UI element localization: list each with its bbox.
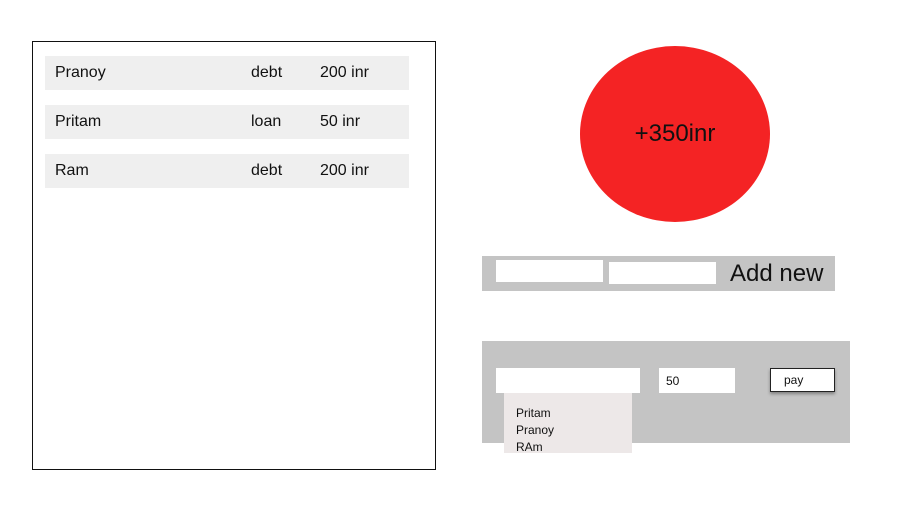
list-item-pranoy[interactable]: Pranoy debt 200 inr [45, 56, 409, 90]
entry-amount: 200 inr [320, 162, 369, 179]
add-name-input[interactable] [496, 260, 603, 282]
pay-button[interactable]: pay [770, 368, 835, 392]
dropdown-option-ram[interactable]: RAm [516, 440, 543, 454]
entry-type: debt [251, 64, 283, 81]
person-select-input[interactable] [496, 368, 640, 393]
list-item-ram[interactable]: Ram debt 200 inr [45, 154, 409, 188]
add-entry-bar: Add new [482, 256, 835, 291]
add-new-button[interactable]: Add new [730, 260, 823, 288]
pay-amount-input[interactable] [659, 368, 735, 393]
balance-circle: +350inr [580, 46, 770, 222]
dropdown-option-pranoy[interactable]: Pranoy [516, 423, 554, 437]
entry-name: Ram [55, 162, 89, 179]
balance-amount: +350inr [634, 120, 716, 147]
person-dropdown: Pritam Pranoy RAm [504, 393, 632, 454]
entry-name: Pritam [55, 113, 102, 130]
entry-amount: 50 inr [320, 113, 361, 130]
entry-type: loan [251, 113, 282, 130]
entry-amount: 200 inr [320, 64, 369, 81]
transactions-list: Pranoy debt 200 inr Pritam loan 50 inr R… [32, 41, 436, 470]
entry-name: Pranoy [55, 64, 106, 81]
dropdown-option-pritam[interactable]: Pritam [516, 406, 551, 420]
list-item-pritam[interactable]: Pritam loan 50 inr [45, 105, 409, 139]
pay-bar: pay Pritam Pranoy RAm [482, 341, 850, 454]
entry-type: debt [251, 162, 283, 179]
add-amount-input[interactable] [609, 262, 716, 284]
